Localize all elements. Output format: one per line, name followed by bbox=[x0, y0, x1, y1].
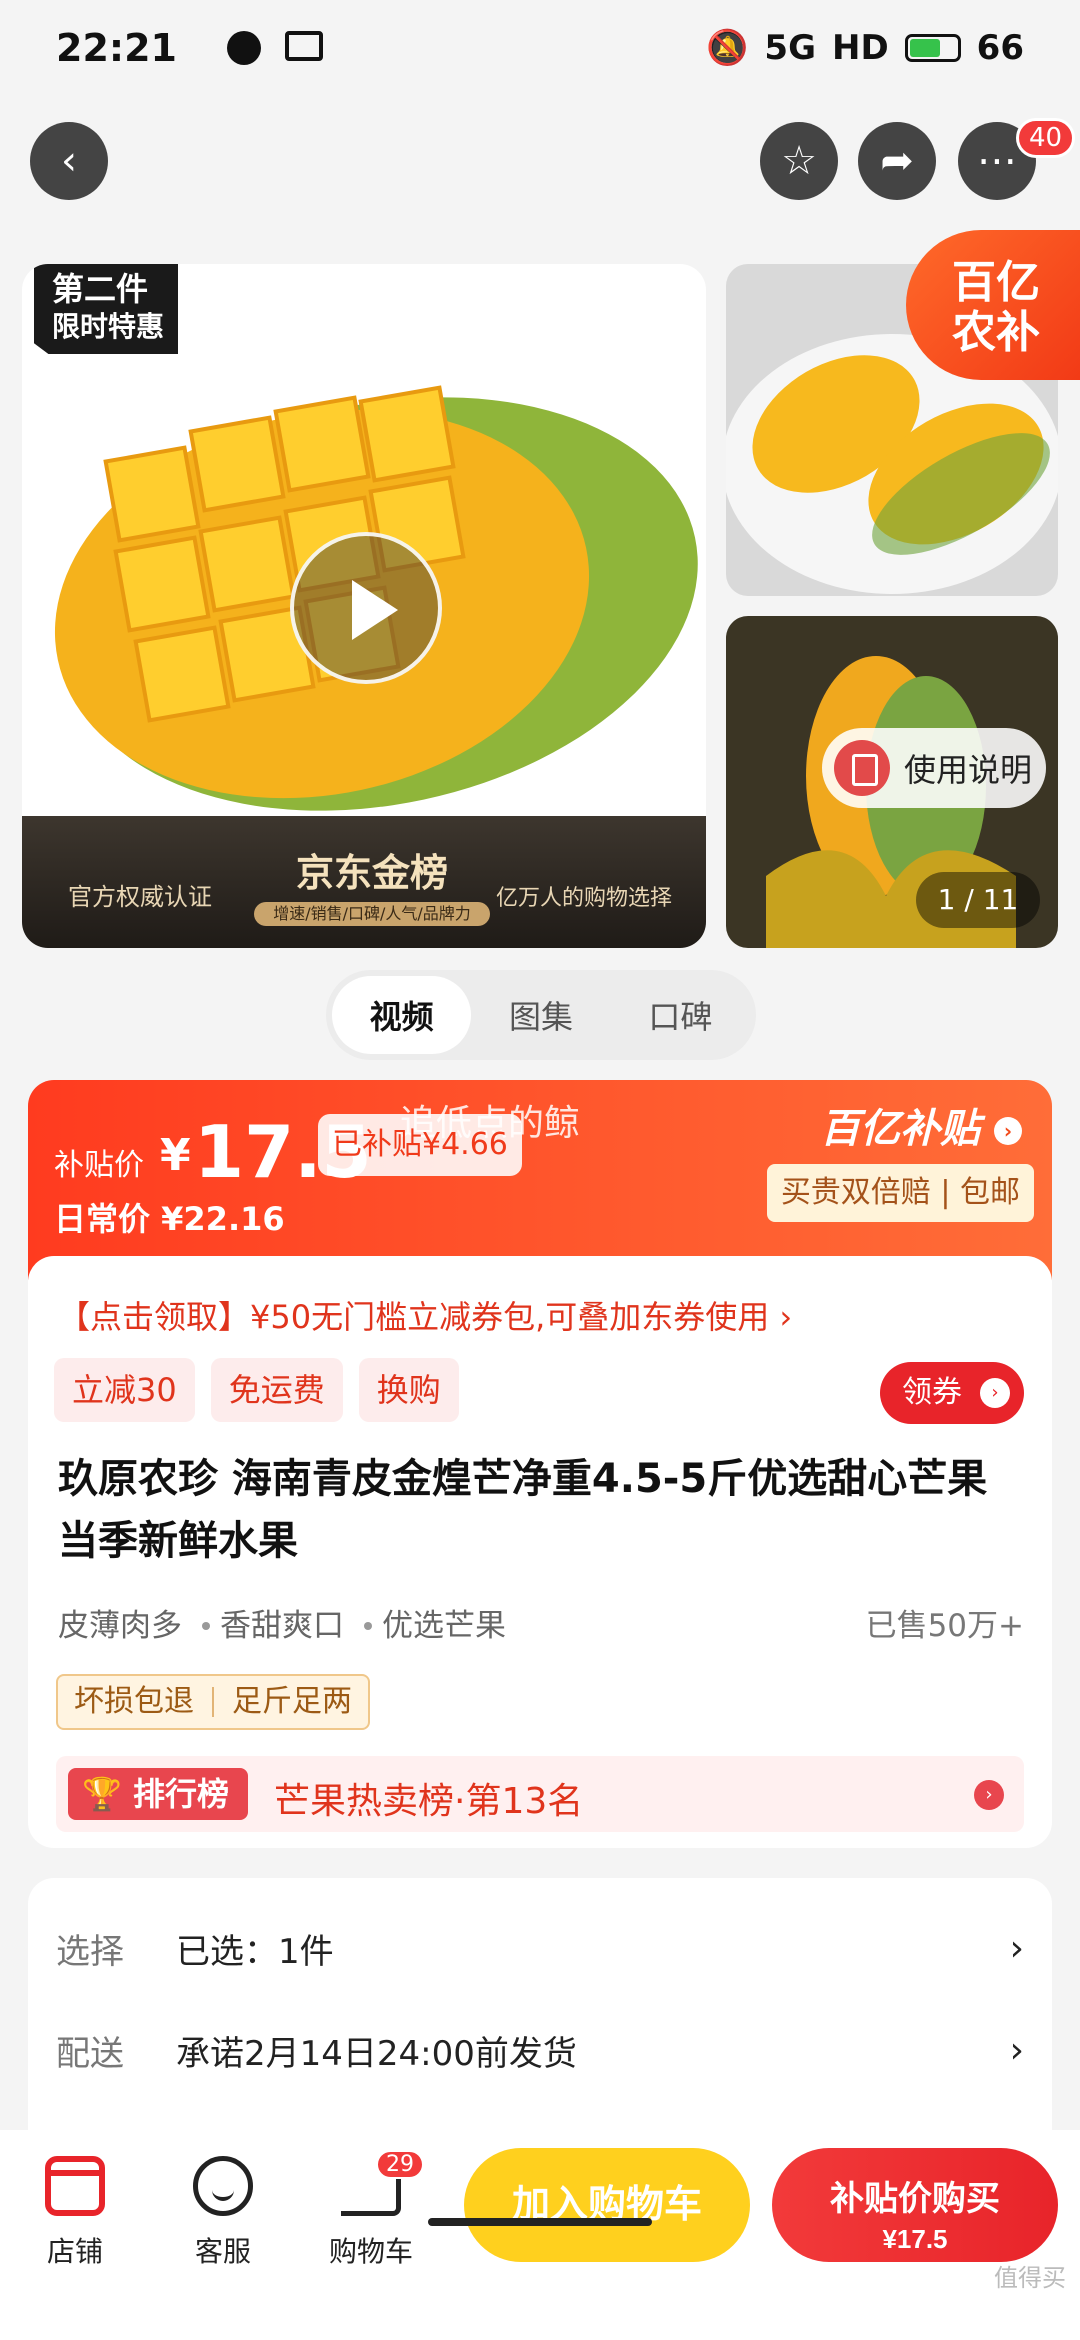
chevron-right-icon: › bbox=[1009, 2029, 1024, 2071]
network-label: 5G bbox=[764, 27, 816, 68]
dot-separator bbox=[364, 1622, 372, 1630]
customer-service-icon bbox=[193, 2156, 253, 2216]
ranking-badge-label: 排行榜 bbox=[132, 1775, 229, 1813]
buy-now-label: 补贴价购买 bbox=[830, 2180, 1000, 2218]
usage-instructions-button[interactable]: 使用说明 bbox=[822, 728, 1046, 808]
price-banner: 追低点的鲸 补贴价 ¥ 17.5 已补贴¥4.66 日常价 ¥22.16 百亿补… bbox=[28, 1080, 1052, 1280]
subsidized-amount: 已补贴¥4.66 bbox=[318, 1114, 522, 1176]
delivery-row[interactable]: 配送 承诺2月14日24:00前发货 › bbox=[56, 2010, 1024, 2090]
tab-gallery[interactable]: 图集 bbox=[471, 976, 610, 1054]
share-button[interactable]: ➦ bbox=[858, 122, 936, 200]
billion-subsidy-logo[interactable]: 百亿补贴 › bbox=[820, 1096, 1022, 1154]
delivery-key: 配送 bbox=[56, 2033, 124, 2074]
ranking-text: 芒果热卖榜·第13名 bbox=[274, 1781, 584, 1822]
billion-subsidy-text: 百亿补贴 bbox=[820, 1106, 981, 1152]
chevron-right-icon: › bbox=[974, 1780, 1004, 1810]
customer-service-button[interactable]: 客服 bbox=[168, 2148, 278, 2270]
dot-separator bbox=[202, 1622, 210, 1630]
feature-item: 皮薄肉多 bbox=[58, 1608, 182, 1644]
manual-icon bbox=[834, 740, 890, 796]
usage-instructions-label: 使用说明 bbox=[904, 751, 1033, 789]
chip-exchange[interactable]: 换购 bbox=[358, 1358, 459, 1422]
corner-watermark: 值得买 bbox=[994, 2264, 1066, 2292]
promo-chips: 立减30 免运费 换购 bbox=[54, 1358, 459, 1422]
subsidy-badge-line2: 农补 bbox=[952, 307, 1040, 358]
promo-tag-line1: 第二件 bbox=[52, 270, 149, 308]
feature-list: 皮薄肉多 香甜爽口 优选芒果 bbox=[58, 1600, 506, 1645]
select-value: 已选：1件 bbox=[176, 1931, 334, 1972]
hd-label: HD bbox=[831, 27, 889, 68]
feature-item: 优选芒果 bbox=[382, 1608, 506, 1644]
banner-brand-text: 京东金榜 bbox=[295, 851, 448, 895]
price-guarantee-tag: 买贵双倍赔 | 包邮 bbox=[766, 1164, 1034, 1222]
promo-tag-line2: 限时特惠 bbox=[52, 310, 165, 343]
add-to-cart-button[interactable]: 加入购物车 bbox=[464, 2148, 750, 2262]
cart-button[interactable]: 29 购物车 bbox=[316, 2148, 426, 2270]
chevron-right-icon: › bbox=[980, 1378, 1010, 1408]
ranking-row[interactable]: 🏆 排行榜 芒果热卖榜·第13名 › bbox=[56, 1756, 1024, 1832]
select-key: 选择 bbox=[56, 1931, 124, 1972]
buy-now-button[interactable]: 补贴价购买 ¥17.5 bbox=[772, 2148, 1058, 2262]
customer-service-label: 客服 bbox=[194, 2235, 251, 2268]
status-time: 22:21 bbox=[56, 25, 177, 70]
shop-label: 店铺 bbox=[46, 2235, 103, 2268]
spec-selection-card: 选择 已选：1件 › 配送 承诺2月14日24:00前发货 › bbox=[28, 1878, 1052, 2138]
feature-item: 香甜爽口 bbox=[220, 1608, 344, 1644]
guarantee-item: 坏损包退 bbox=[74, 1684, 194, 1719]
chip-discount[interactable]: 立减30 bbox=[54, 1358, 195, 1422]
coupon-pack-link[interactable]: 【点击领取】¥50无门槛立减券包,可叠加东券使用 › bbox=[58, 1292, 792, 1338]
get-coupon-label: 领券 bbox=[902, 1375, 962, 1410]
guarantee-item: 足斤足两 bbox=[232, 1684, 352, 1719]
media-tabs: 视频 图集 口碑 bbox=[326, 970, 756, 1060]
buy-now-price: ¥17.5 bbox=[882, 2224, 948, 2254]
battery-level: 66 bbox=[976, 27, 1024, 68]
status-bar: 22:21 🔕 5G HD 66 bbox=[0, 0, 1080, 95]
home-indicator[interactable] bbox=[428, 2218, 652, 2226]
image-counter: 1 / 11 bbox=[916, 872, 1040, 928]
jd-gold-list-banner: 官方权威认证 京东金榜 增速/销售/口碑/人气/品牌力 亿万人的购物选择 bbox=[22, 816, 706, 948]
chevron-right-icon: › bbox=[1009, 1927, 1024, 1969]
play-video-button[interactable] bbox=[290, 532, 442, 684]
sold-count: 已售50万+ bbox=[865, 1608, 1024, 1644]
product-title: 玖原农珍 海南青皮金煌芒净重4.5-5斤优选甜心芒果 当季新鲜水果 bbox=[58, 1456, 988, 1564]
more-badge: 40 bbox=[1016, 118, 1076, 158]
subsidy-price-label: 补贴价 bbox=[54, 1148, 144, 1183]
currency-symbol: ¥ bbox=[160, 1130, 191, 1181]
cart-label: 购物车 bbox=[328, 2235, 413, 2268]
chip-free-shipping[interactable]: 免运费 bbox=[210, 1358, 343, 1422]
mute-icon: 🔕 bbox=[706, 27, 749, 68]
subsidy-farm-badge: 百亿 农补 bbox=[906, 230, 1080, 380]
banner-sub-text: 增速/销售/口碑/人气/品牌力 bbox=[254, 902, 490, 926]
shop-button[interactable]: 店铺 bbox=[20, 2148, 130, 2270]
bottom-action-bar: 店铺 客服 29 购物车 加入购物车 补贴价购买 ¥17.5 bbox=[0, 2130, 1080, 2340]
battery-icon bbox=[904, 33, 961, 62]
daily-price: 日常价 ¥22.16 bbox=[54, 1200, 285, 1238]
banner-right-text: 亿万人的购物选择 bbox=[495, 886, 672, 911]
promo-corner-tag: 第二件 限时特惠 bbox=[34, 264, 179, 354]
cart-badge: 29 bbox=[376, 2150, 424, 2179]
select-spec-row[interactable]: 选择 已选：1件 › bbox=[56, 1908, 1024, 1988]
divider bbox=[212, 1687, 214, 1717]
chevron-right-icon: › bbox=[994, 1117, 1022, 1145]
image-notification-icon bbox=[284, 30, 323, 61]
banner-left-text: 官方权威认证 bbox=[68, 883, 212, 911]
get-coupon-button[interactable]: 领券 › bbox=[880, 1362, 1024, 1424]
tab-video[interactable]: 视频 bbox=[332, 976, 472, 1054]
tab-reviews[interactable]: 口碑 bbox=[611, 976, 750, 1054]
product-main-image[interactable]: 第二件 限时特惠 官方权威认证 京东金榜 增速/销售/口碑/人气/品牌力 亿万人… bbox=[22, 264, 706, 948]
guarantee-tags[interactable]: 坏损包退 足斤足两 bbox=[56, 1674, 370, 1730]
chat-notification-icon bbox=[226, 30, 261, 65]
ranking-badge: 🏆 排行榜 bbox=[68, 1768, 248, 1820]
delivery-value: 承诺2月14日24:00前发货 bbox=[176, 2033, 577, 2074]
subsidy-badge-line1: 百亿 bbox=[952, 257, 1040, 308]
star-favorite-button[interactable]: ☆ bbox=[760, 122, 838, 200]
product-info-card: 【点击领取】¥50无门槛立减券包,可叠加东券使用 › 立减30 免运费 换购 领… bbox=[28, 1256, 1052, 1848]
shop-icon bbox=[45, 2156, 105, 2216]
back-button[interactable]: ‹ bbox=[30, 122, 108, 200]
